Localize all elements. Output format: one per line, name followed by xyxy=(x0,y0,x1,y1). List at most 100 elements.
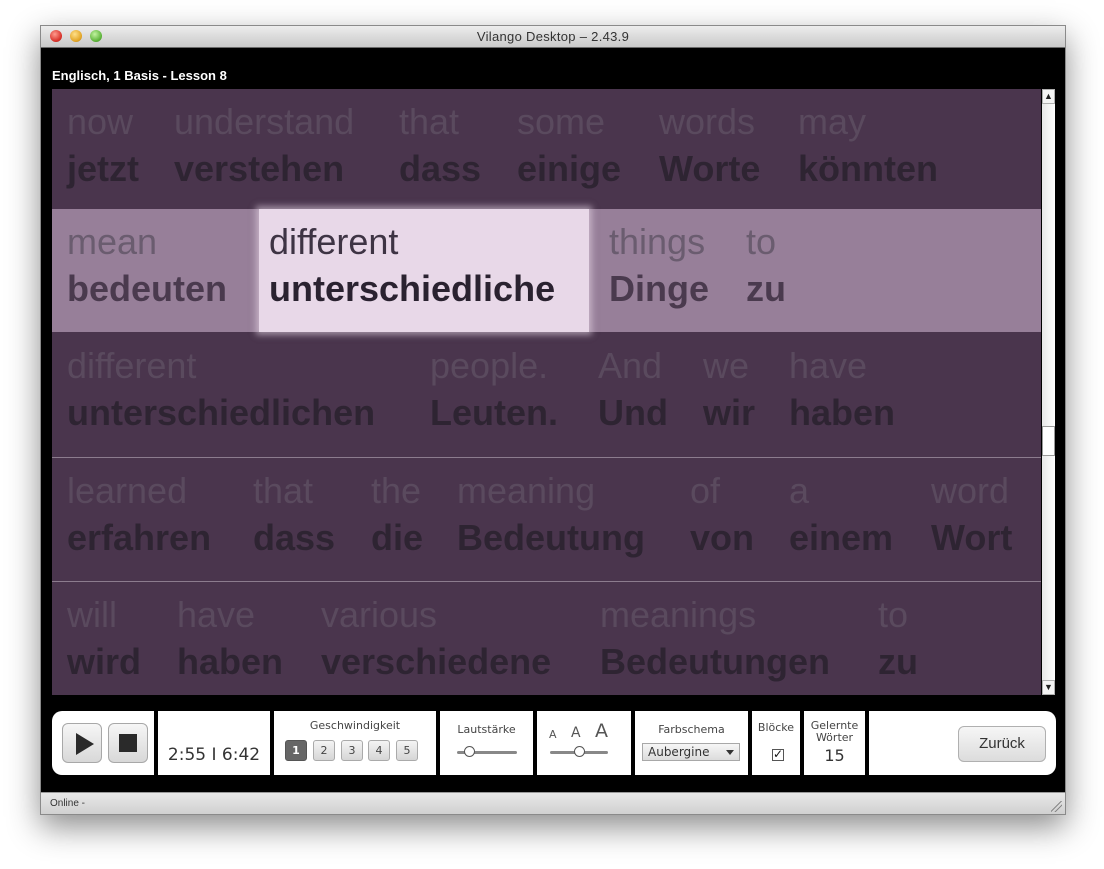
word-block[interactable]: various verschiedene xyxy=(306,582,585,695)
app-window: Vilango Desktop – 2.43.9 Englisch, 1 Bas… xyxy=(40,25,1066,815)
word-block[interactable]: learned erfahren xyxy=(52,458,238,581)
word-block[interactable]: have haben xyxy=(774,333,924,456)
word-block[interactable]: that dass xyxy=(384,89,502,212)
blocks-checkbox[interactable]: ✓ xyxy=(772,748,784,761)
english-word: we xyxy=(703,345,750,386)
speed-button-1[interactable]: 1 xyxy=(285,740,307,761)
lesson-title: Englisch, 1 Basis - Lesson 8 xyxy=(52,68,227,83)
german-word: jetzt xyxy=(67,148,139,189)
stop-icon xyxy=(119,734,137,752)
german-word: Dinge xyxy=(609,268,710,309)
scroll-down-icon[interactable]: ▼ xyxy=(1042,680,1055,695)
german-word: dass xyxy=(253,517,336,558)
speed-button-2[interactable]: 2 xyxy=(313,740,335,761)
english-word: some xyxy=(517,101,606,142)
word-block[interactable]: we wir xyxy=(688,333,774,456)
german-word: die xyxy=(371,517,424,558)
resize-grip-icon[interactable] xyxy=(1051,801,1062,812)
german-word: von xyxy=(690,517,755,558)
speed-button-5[interactable]: 5 xyxy=(396,740,418,761)
english-word: various xyxy=(321,594,438,635)
volume-slider-knob[interactable] xyxy=(464,746,475,757)
word-block[interactable]: to zu xyxy=(863,582,943,695)
back-button[interactable]: Zurück xyxy=(958,726,1046,762)
english-word: meaning xyxy=(457,470,596,511)
word-block[interactable]: a einem xyxy=(774,458,916,581)
speed-label: Geschwindigkeit xyxy=(309,719,401,732)
english-word: words xyxy=(659,101,756,142)
german-word: haben xyxy=(789,392,896,433)
german-word: unterschiedlichen xyxy=(67,392,376,433)
word-block[interactable]: have haben xyxy=(162,582,306,695)
german-word: Worte xyxy=(659,148,761,189)
word-block[interactable]: to zu xyxy=(731,209,811,332)
english-word: to xyxy=(878,594,909,635)
german-word: Wort xyxy=(931,517,1013,558)
german-word: könnten xyxy=(798,148,938,189)
german-word: einem xyxy=(789,517,894,558)
german-word: dass xyxy=(399,148,482,189)
font-size-small-icon[interactable]: A xyxy=(549,728,557,741)
english-word: to xyxy=(746,221,777,262)
word-block[interactable]: And Und xyxy=(583,333,688,456)
english-word: will xyxy=(67,594,117,635)
german-word: zu xyxy=(746,268,786,309)
speed-button-4[interactable]: 4 xyxy=(368,740,390,761)
speed-button-3[interactable]: 3 xyxy=(341,740,363,761)
english-word: of xyxy=(690,470,721,511)
font-size-control: A A A xyxy=(537,711,631,775)
window-title: Vilango Desktop – 2.43.9 xyxy=(476,29,630,44)
english-word: people. xyxy=(430,345,549,386)
text-row: different unterschiedlichen people. Leut… xyxy=(52,333,1041,456)
color-scheme-value: Aubergine xyxy=(648,745,710,759)
word-block[interactable]: meaning Bedeutung xyxy=(442,458,675,581)
color-scheme-select[interactable]: Aubergine xyxy=(642,743,740,761)
font-size-large-icon[interactable]: A xyxy=(595,720,608,742)
word-block[interactable]: mean bedeuten xyxy=(52,209,259,332)
english-word: now xyxy=(67,101,134,142)
title-bar[interactable]: Vilango Desktop – 2.43.9 xyxy=(41,26,1065,48)
speed-control: Geschwindigkeit 1 2 3 4 5 xyxy=(274,711,436,775)
font-size-medium-icon[interactable]: A xyxy=(571,725,581,741)
word-block[interactable]: understand verstehen xyxy=(159,89,384,212)
word-block[interactable]: different unterschiedlichen xyxy=(52,333,415,456)
text-row: now jetzt understand verstehen that dass… xyxy=(52,89,1041,212)
word-block[interactable]: the die xyxy=(356,458,442,581)
volume-label: Lautstärke xyxy=(457,723,516,736)
english-word: word xyxy=(931,470,1010,511)
dropdown-arrow-icon xyxy=(726,750,734,755)
word-block[interactable]: now jetzt xyxy=(52,89,159,212)
stop-button[interactable] xyxy=(108,723,148,763)
color-scheme-label: Farbschema xyxy=(658,723,725,736)
word-block[interactable]: things Dinge xyxy=(594,209,731,332)
text-row-active: mean bedeuten different unterschiedliche… xyxy=(52,209,1041,332)
english-word: learned xyxy=(67,470,188,511)
german-word: Bedeutung xyxy=(457,517,645,558)
word-block[interactable]: will wird xyxy=(52,582,162,695)
blocks-label: Blöcke xyxy=(757,721,795,734)
font-size-slider-knob[interactable] xyxy=(574,746,585,757)
english-word: a xyxy=(789,470,810,511)
word-block[interactable]: word Wort xyxy=(916,458,1040,581)
word-block[interactable]: of von xyxy=(675,458,774,581)
english-word: meanings xyxy=(600,594,757,635)
current-word-block[interactable]: different unterschiedliche xyxy=(259,209,589,332)
english-word: may xyxy=(798,101,867,142)
learned-words: Gelernte Wörter 15 xyxy=(804,711,865,775)
german-word: erfahren xyxy=(67,517,212,558)
time-display: 2:55 I 6:42 xyxy=(158,711,270,775)
word-block[interactable]: some einige xyxy=(502,89,644,212)
english-word: different xyxy=(269,221,399,262)
word-block[interactable]: people. Leuten. xyxy=(415,333,583,456)
word-block[interactable]: that dass xyxy=(238,458,356,581)
vertical-scrollbar[interactable]: ▲ ▼ xyxy=(1042,89,1055,695)
german-word: unterschiedliche xyxy=(269,268,556,309)
word-block[interactable]: may könnten xyxy=(783,89,983,212)
play-button[interactable] xyxy=(62,723,102,763)
word-block[interactable]: meanings Bedeutungen xyxy=(585,582,863,695)
scroll-up-icon[interactable]: ▲ xyxy=(1042,89,1055,104)
scroll-thumb[interactable] xyxy=(1042,426,1055,456)
english-word: that xyxy=(253,470,314,511)
transport-controls xyxy=(52,711,154,775)
word-block[interactable]: words Worte xyxy=(644,89,783,212)
